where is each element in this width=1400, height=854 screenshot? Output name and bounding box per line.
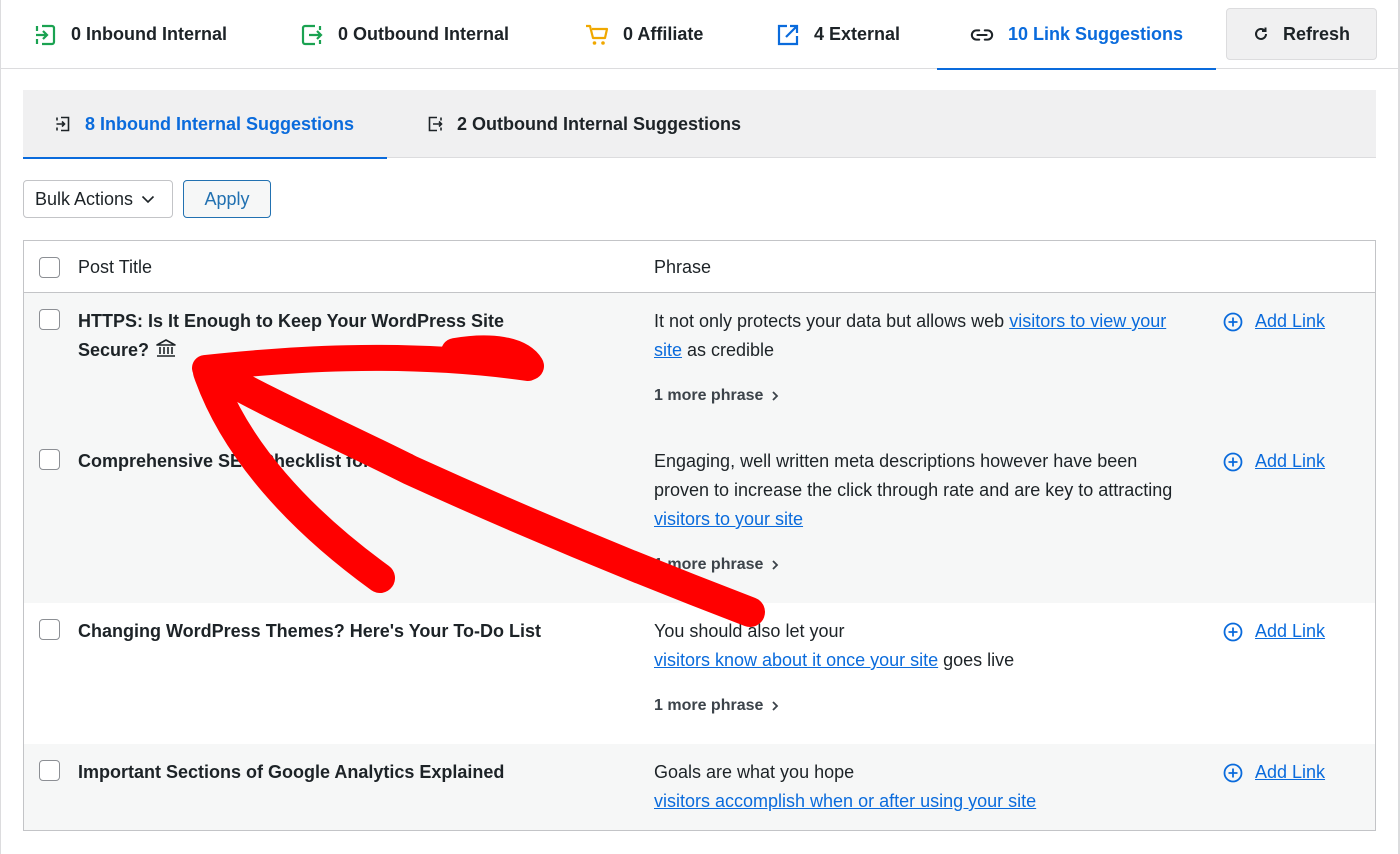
tab-inbound-internal[interactable]: 0 Inbound Internal [33, 0, 227, 69]
refresh-label: Refresh [1282, 23, 1351, 44]
phrase-before: Engaging, well written meta descriptions… [654, 451, 1173, 500]
inbound-icon [55, 116, 71, 132]
select-all-checkbox[interactable] [39, 257, 60, 278]
more-phrases-label: 1 more phrase [654, 556, 764, 573]
more-phrases-toggle[interactable]: 1 more phrase [654, 697, 779, 715]
bulk-actions-select[interactable]: Bulk Actions [23, 180, 173, 218]
tab-label: 4 External [814, 24, 901, 44]
tab-label: 0 Outbound Internal [338, 24, 509, 44]
plus-circle-icon [1223, 622, 1243, 642]
phrase-before: Goals are what you hope [654, 762, 855, 782]
table-row: Comprehensive SEO Checklist for 2016 Eng… [24, 433, 1375, 603]
column-header-phrase: Phrase [654, 256, 712, 277]
chevron-down-icon [141, 194, 155, 204]
frame-border-left [0, 0, 1, 854]
row-checkbox[interactable] [39, 760, 60, 781]
tab-outbound-internal[interactable]: 0 Outbound Internal [300, 0, 509, 69]
tab-label: 0 Affiliate [623, 24, 704, 44]
phrase-text: It not only protects your data but allow… [654, 307, 1174, 365]
tab-affiliate[interactable]: 0 Affiliate [585, 0, 703, 69]
external-link-icon [776, 23, 800, 47]
add-link-label: Add Link [1255, 311, 1326, 331]
phrase-after: goes live [938, 650, 1015, 670]
post-title[interactable]: HTTPS: Is It Enough to Keep Your WordPre… [78, 307, 558, 365]
tab-label: 10 Link Suggestions [1008, 24, 1184, 44]
phrase-text: You should also let your visitors know a… [654, 617, 1174, 675]
outbound-icon [300, 23, 324, 47]
add-link-label: Add Link [1255, 621, 1326, 641]
post-title[interactable]: Important Sections of Google Analytics E… [78, 758, 558, 787]
plus-circle-icon [1223, 312, 1243, 332]
subtab-label: 8 Inbound Internal Suggestions [85, 113, 355, 134]
row-checkbox[interactable] [39, 309, 60, 330]
subtab-inbound-suggestions[interactable]: 8 Inbound Internal Suggestions [22, 90, 388, 159]
post-title-text: HTTPS: Is It Enough to Keep Your WordPre… [78, 311, 505, 360]
add-link-button[interactable]: Add Link [1223, 617, 1325, 646]
more-phrases-toggle[interactable]: 1 more phrase [654, 387, 779, 405]
link-icon [970, 23, 994, 47]
table-header: Post Title Phrase [24, 241, 1375, 293]
table-row: Important Sections of Google Analytics E… [24, 744, 1375, 830]
refresh-button[interactable]: Refresh [1226, 8, 1377, 60]
post-title[interactable]: Comprehensive SEO Checklist for 2016 [78, 447, 558, 476]
subtab-label: 2 Outbound Internal Suggestions [457, 113, 742, 134]
phrase-text: Engaging, well written meta descriptions… [654, 447, 1174, 534]
phrase-after: as credible [682, 340, 775, 360]
phrase-link[interactable]: visitors to your site [654, 509, 803, 529]
more-phrases-toggle[interactable]: 1 more phrase [654, 556, 779, 574]
post-title[interactable]: Changing WordPress Themes? Here's Your T… [78, 617, 558, 646]
table-row: Changing WordPress Themes? Here's Your T… [24, 603, 1375, 744]
add-link-button[interactable]: Add Link [1223, 758, 1325, 787]
outbound-icon [427, 116, 443, 132]
add-link-button[interactable]: Add Link [1223, 447, 1325, 476]
suggestion-subtabs: 8 Inbound Internal Suggestions 2 Outboun… [22, 90, 1376, 159]
chevron-right-icon [771, 390, 779, 402]
pillar-icon [155, 338, 177, 358]
apply-button[interactable]: Apply [183, 180, 271, 218]
inbound-icon [33, 23, 57, 47]
add-link-button[interactable]: Add Link [1223, 307, 1325, 336]
more-phrases-label: 1 more phrase [654, 697, 764, 714]
column-header-post-title: Post Title [78, 256, 153, 277]
refresh-icon [1253, 26, 1269, 42]
bulk-actions-value: Bulk Actions [35, 188, 134, 209]
row-checkbox[interactable] [39, 619, 60, 640]
suggestions-table: Post Title Phrase HTTPS: Is It Enough to… [23, 240, 1376, 831]
add-link-label: Add Link [1255, 762, 1326, 782]
phrase-before: It not only protects your data but allow… [654, 311, 1010, 331]
plus-circle-icon [1223, 452, 1243, 472]
table-row: HTTPS: Is It Enough to Keep Your WordPre… [24, 293, 1375, 433]
tab-external[interactable]: 4 External [776, 0, 900, 69]
link-tabs-bar: 0 Inbound Internal 0 Outbound Internal 0… [0, 0, 1400, 70]
tab-link-suggestions[interactable]: 10 Link Suggestions [936, 0, 1217, 70]
phrase-before: You should also let your [654, 621, 845, 641]
more-phrases-label: 1 more phrase [654, 387, 764, 404]
phrase-link[interactable]: visitors accomplish when or after using … [654, 791, 1036, 811]
tab-label: 0 Inbound Internal [71, 24, 227, 44]
cart-icon [585, 23, 609, 47]
plus-circle-icon [1223, 763, 1243, 783]
subtab-outbound-suggestions[interactable]: 2 Outbound Internal Suggestions [427, 90, 741, 158]
chevron-right-icon [771, 559, 779, 571]
add-link-label: Add Link [1255, 451, 1326, 471]
row-checkbox[interactable] [39, 449, 60, 470]
phrase-link[interactable]: visitors know about it once your site [654, 650, 938, 670]
phrase-text: Goals are what you hope visitors accompl… [654, 758, 1174, 816]
chevron-right-icon [771, 700, 779, 712]
